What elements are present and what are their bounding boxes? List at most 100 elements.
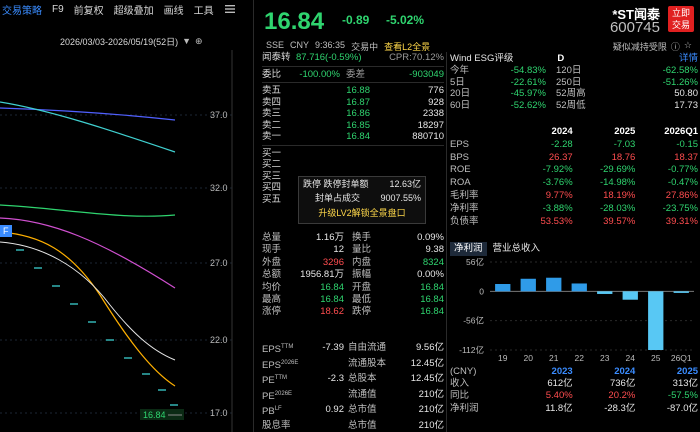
trade-stats: 总量 1.16万 换手 0.09% 现手 12 量比 9.38 外盘 3296 内盘 8324 总额 19… xyxy=(262,232,444,319)
column-header: (CNY) xyxy=(450,366,477,377)
toolbar-adjust[interactable]: 前复权 xyxy=(74,2,104,17)
kline-chart-pane[interactable]: 交易策略 F9 前复权 超级叠加 画线 工具 2026/03/03-2026/0… xyxy=(0,0,254,432)
ask-label: 卖四 xyxy=(262,96,282,108)
valuation-label-text: EPS xyxy=(262,344,282,356)
metric-value: 313亿 xyxy=(672,378,699,390)
column-header: 2026Q1 xyxy=(664,126,699,137)
period-value: -54.83% xyxy=(510,65,546,76)
net-profit-bar[interactable] xyxy=(673,291,689,293)
metric-value: 736亿 xyxy=(609,378,636,390)
financial-row: 毛利率 9.77% 18.19% 27.86% xyxy=(450,190,698,203)
period-label: 250日 xyxy=(556,76,582,88)
toolbar-overlay[interactable]: 超级叠加 xyxy=(114,2,154,17)
upgrade-lv2-button[interactable]: 升级LV2解锁全景盘口 xyxy=(299,205,425,221)
stat-value: 9.38 xyxy=(425,244,445,256)
bid-row[interactable]: 买二 xyxy=(262,159,444,171)
metric-label: 收入 xyxy=(450,378,470,390)
metric-value: 26.37 xyxy=(548,151,573,163)
ask-row[interactable]: 卖四 16.87 928 xyxy=(262,97,444,109)
column-header: 2024 xyxy=(614,366,636,377)
valuation-value: 210亿 xyxy=(418,388,444,400)
bar-x-label: 19 xyxy=(498,353,508,363)
period-value: -22.61% xyxy=(510,76,546,88)
ask-row[interactable]: 卖五 16.88 776 xyxy=(262,85,444,97)
cpr-value: 70.12% xyxy=(411,52,444,63)
metric-value: -28.03% xyxy=(599,202,636,214)
valuation-label: EPS2026E xyxy=(262,356,298,372)
ask-row[interactable]: 卖二 16.85 18297 xyxy=(262,120,444,132)
chart-toolbar: 交易策略 F9 前复权 超级叠加 画线 工具 xyxy=(0,0,254,18)
stat-value: 1.16万 xyxy=(316,232,344,243)
popup-value: 12.63亿 xyxy=(389,179,421,189)
financial-row: ROE -7.92% -29.69% -0.77% xyxy=(450,164,698,177)
toolbar-f9[interactable]: F9 xyxy=(52,4,64,15)
bid-label: 买五 xyxy=(262,193,282,205)
toolbar-draw-line[interactable]: 画线 xyxy=(164,2,184,17)
weibi-value: -100.00% xyxy=(299,68,340,80)
metric-label: 净利润 xyxy=(450,402,479,414)
trade-now-label-2: 交易 xyxy=(671,20,690,30)
quote-header: 16.84 -0.89 -5.02% *ST闻泰 600745 立即 交易 SS… xyxy=(256,0,700,52)
valuation-value: 210亿 xyxy=(418,419,444,431)
net-profit-bar[interactable] xyxy=(648,291,664,350)
financial-table-header: 2024 2025 2026Q1 xyxy=(450,126,698,139)
stat-row: 总额 1956.81万 振幅 0.00% xyxy=(262,269,444,281)
menu-icon[interactable] xyxy=(224,3,236,15)
performance-row: 20日 -45.97% 52周高 50.80 xyxy=(450,88,698,100)
kline-chart-canvas[interactable]: 37.0 32.0 27.0 22.0 17.0 F 16.84 xyxy=(0,50,254,432)
valuation-label-sup: 2026E xyxy=(274,390,293,397)
ask-price: 16.88 xyxy=(346,85,370,96)
valuation-label: 总市值 xyxy=(348,404,377,415)
column-header: 2023 xyxy=(551,366,573,377)
ask-volume: 2338 xyxy=(422,108,444,119)
divider xyxy=(446,52,447,432)
ask-label: 卖五 xyxy=(262,85,282,96)
dropdown-triangle-icon[interactable]: ▼ xyxy=(182,36,191,46)
stat-row: 现手 12 量比 9.38 xyxy=(262,244,444,256)
stat-row: 外盘 3296 内盘 8324 xyxy=(262,257,444,269)
column-header: 2025 xyxy=(614,126,636,137)
net-profit-bar[interactable] xyxy=(622,291,638,300)
metric-value: -0.15 xyxy=(676,138,699,150)
bid-label: 买四 xyxy=(262,182,282,193)
bid-row[interactable]: 买一 xyxy=(262,148,444,160)
ask-row[interactable]: 卖三 16.86 2338 xyxy=(262,108,444,120)
valuation-row: EPS2026E 流通股本 12.45亿 xyxy=(262,356,444,372)
popup-label: 封单占成交 xyxy=(315,193,361,203)
profit-bar-section: 净利润 营业总收入 56亿 0 -56亿 -112亿 19 20 21 22 23 24 25 26Q… xyxy=(450,242,698,364)
popup-row: 封单占成交 9007.55% xyxy=(299,191,425,205)
tab-revenue[interactable]: 营业总收入 xyxy=(493,242,541,256)
valuation-label-sup: TTM xyxy=(274,375,288,381)
trade-now-button[interactable]: 立即 交易 xyxy=(668,6,694,32)
weibi-label: 委比 xyxy=(262,68,282,80)
pin-icon[interactable]: ⊕ xyxy=(195,36,203,47)
stat-value: 8324 xyxy=(422,256,444,268)
esg-row[interactable]: Wind ESG评级 D 详情 xyxy=(450,52,698,65)
period-value: -51.26% xyxy=(662,76,698,88)
bond-row[interactable]: 闻泰转 87.716(-0.59%) CPR:70.12% xyxy=(262,52,444,64)
y-tick-label: 32.0 xyxy=(210,183,228,193)
ask-volume: 928 xyxy=(428,96,444,108)
metric-value: -0.77% xyxy=(667,164,699,176)
net-profit-bar[interactable] xyxy=(571,283,587,292)
metric-value: 18.19% xyxy=(603,189,636,201)
valuation-label: 股息率TTM xyxy=(262,418,298,432)
toolbar-tools[interactable]: 工具 xyxy=(194,2,214,17)
stat-value: 0.09% xyxy=(417,232,444,243)
esg-label: Wind ESG评级 xyxy=(450,53,514,64)
date-range-row[interactable]: 2026/03/03-2026/05/19(52日) ▼ ⊕ xyxy=(60,35,254,47)
period-value: -62.58% xyxy=(662,65,698,76)
toolbar-trade-strategy[interactable]: 交易策略 xyxy=(2,2,42,17)
net-profit-bar[interactable] xyxy=(546,277,562,292)
popup-row: 跌停 跌停封单额 12.63亿 xyxy=(299,177,425,191)
net-profit-bar[interactable] xyxy=(597,291,613,294)
ask-row[interactable]: 卖一 16.84 880710 xyxy=(262,131,444,143)
valuation-label: EPSTTM xyxy=(262,340,298,356)
net-profit-bar[interactable] xyxy=(495,284,511,292)
period-value: 50.80 xyxy=(674,88,698,100)
esg-detail-link[interactable]: 详情 xyxy=(679,52,698,65)
tab-net-profit[interactable]: 净利润 xyxy=(450,242,487,256)
net-profit-bar[interactable] xyxy=(520,278,536,292)
valuation-label: PE2026E xyxy=(262,387,298,403)
y-tick-label: 37.0 xyxy=(210,110,228,120)
